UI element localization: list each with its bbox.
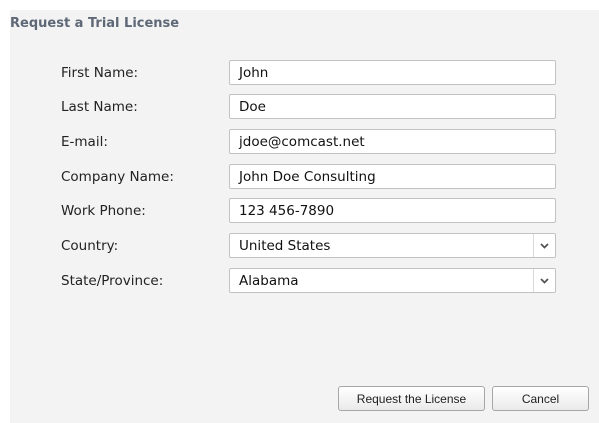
country-select[interactable]: United States (229, 233, 556, 258)
email-label: E-mail: (61, 134, 108, 150)
state-province-select[interactable]: Alabama (229, 268, 556, 293)
state-province-select-value: Alabama (239, 273, 299, 289)
country-label: Country: (61, 238, 119, 254)
cancel-button[interactable]: Cancel (492, 386, 589, 411)
email-field[interactable]: jdoe@comcast.net (229, 129, 556, 154)
work-phone-label: Work Phone: (61, 203, 146, 219)
company-name-label: Company Name: (61, 169, 174, 185)
state-province-label: State/Province: (61, 273, 164, 289)
request-license-button[interactable]: Request the License (338, 386, 485, 411)
dialog-title: Request a Trial License (10, 16, 180, 31)
trial-license-dialog: Request a Trial License First Name: John… (10, 10, 599, 423)
first-name-field[interactable]: John (229, 60, 556, 85)
chevron-down-icon[interactable] (533, 234, 555, 257)
company-name-field[interactable]: John Doe Consulting (229, 164, 556, 189)
chevron-down-icon[interactable] (533, 269, 555, 292)
first-name-label: First Name: (61, 65, 139, 81)
last-name-label: Last Name: (61, 99, 138, 115)
last-name-field[interactable]: Doe (229, 94, 556, 119)
country-select-value: United States (239, 238, 331, 254)
work-phone-field[interactable]: 123 456-7890 (229, 198, 556, 223)
